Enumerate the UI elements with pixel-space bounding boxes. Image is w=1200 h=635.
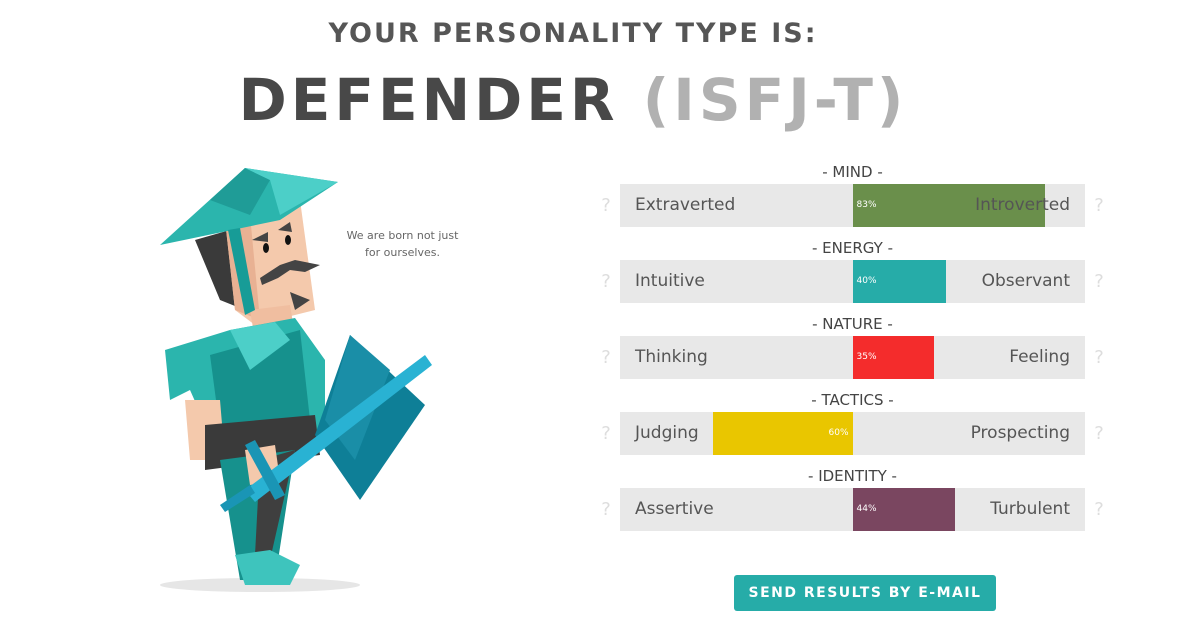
help-icon-left[interactable]: ? — [598, 267, 614, 297]
character-illustration — [150, 160, 450, 600]
character-quote: We are born not just for ourselves. — [346, 229, 459, 259]
page-subtitle: YOUR PERSONALITY TYPE IS: — [328, 18, 818, 49]
scale-track: Intuitive Observant 40% — [620, 260, 1085, 303]
help-icon-right[interactable]: ? — [1091, 191, 1107, 221]
help-icon-right[interactable]: ? — [1091, 495, 1107, 525]
scale-row: - TACTICS -? Judging Prospecting 60%? — [598, 390, 1108, 466]
scale-row: - MIND -? Extraverted Introverted 83%? — [598, 162, 1108, 238]
scale-track: Assertive Turbulent 44% — [620, 488, 1085, 531]
scale-row: - IDENTITY -? Assertive Turbulent 44%? — [598, 466, 1108, 542]
scale-percent: 44% — [856, 504, 877, 514]
scale-percent: 60% — [828, 428, 849, 438]
scale-track: Thinking Feeling 35% — [620, 336, 1085, 379]
scale-track: Judging Prospecting 60% — [620, 412, 1085, 455]
scale-percent: 83% — [856, 200, 877, 210]
trait-right: Turbulent — [990, 499, 1070, 519]
scale-heading: - IDENTITY - — [808, 467, 897, 485]
scale-track: Extraverted Introverted 83% — [620, 184, 1085, 227]
boot — [235, 550, 300, 585]
scale-row: - ENERGY -? Intuitive Observant 40%? — [598, 238, 1108, 314]
trait-right: Feeling — [1009, 347, 1070, 367]
trait-left: Thinking — [635, 347, 708, 367]
type-name: DEFENDER — [238, 66, 619, 134]
scale-percent: 40% — [856, 276, 877, 286]
scale-heading: - NATURE - — [812, 315, 893, 333]
trait-right: Prospecting — [970, 423, 1070, 443]
scale-row: - NATURE -? Thinking Feeling 35%? — [598, 314, 1108, 390]
trait-right: Introverted — [975, 195, 1070, 215]
scale-heading: - ENERGY - — [812, 239, 893, 257]
help-icon-left[interactable]: ? — [598, 343, 614, 373]
trait-right: Observant — [981, 271, 1070, 291]
eye-left — [285, 235, 291, 245]
personality-scales: - MIND -? Extraverted Introverted 83%? - ENE… — [598, 162, 1108, 542]
help-icon-right[interactable]: ? — [1091, 343, 1107, 373]
type-code: (ISFJ-T) — [642, 66, 908, 134]
help-icon-right[interactable]: ? — [1091, 419, 1107, 449]
help-icon-left[interactable]: ? — [598, 419, 614, 449]
trait-left: Assertive — [635, 499, 714, 519]
page-title: DEFENDER (ISFJ-T) — [0, 66, 1146, 134]
trait-left: Intuitive — [635, 271, 705, 291]
send-results-email-button[interactable]: SEND RESULTS BY E-MAIL — [734, 575, 996, 611]
eye-right — [263, 243, 269, 253]
trait-left: Judging — [635, 423, 699, 443]
help-icon-left[interactable]: ? — [598, 191, 614, 221]
trait-left: Extraverted — [635, 195, 736, 215]
scale-percent: 35% — [856, 352, 877, 362]
scale-heading: - MIND - — [822, 163, 883, 181]
help-icon-right[interactable]: ? — [1091, 267, 1107, 297]
help-icon-left[interactable]: ? — [598, 495, 614, 525]
scale-heading: - TACTICS - — [811, 391, 894, 409]
